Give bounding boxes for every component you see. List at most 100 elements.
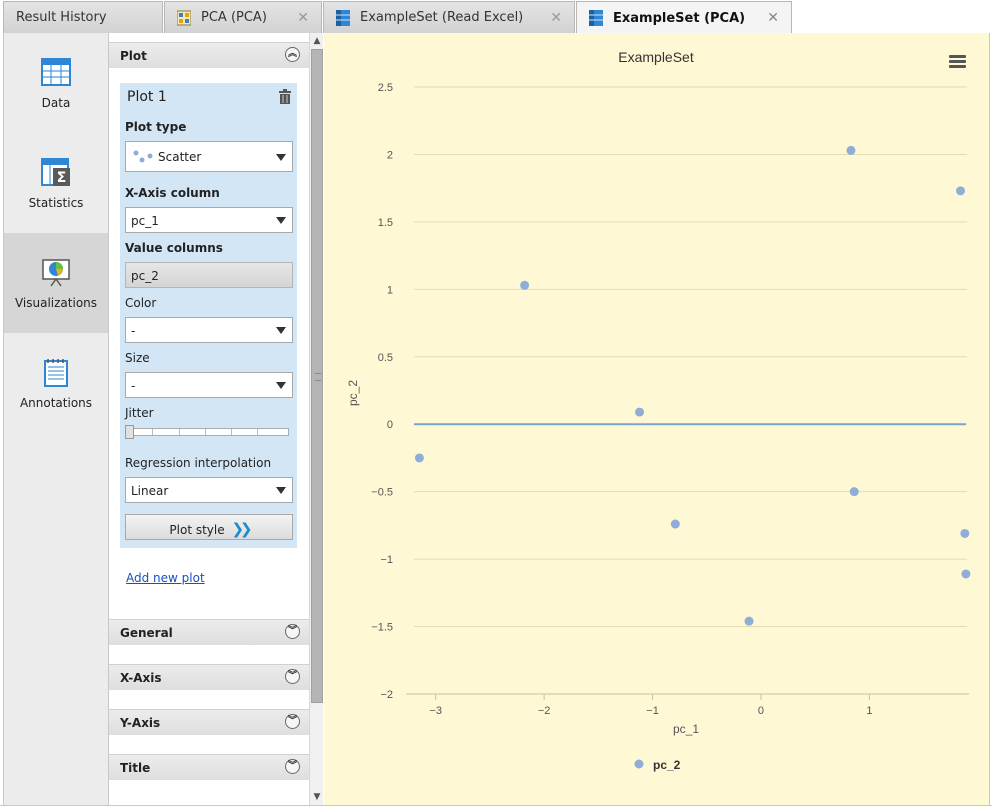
jitter-slider[interactable]	[125, 425, 289, 439]
add-new-plot-link[interactable]: Add new plot	[126, 571, 205, 585]
legend-label: pc_2	[653, 758, 681, 772]
y-tick-label: −1.5	[371, 622, 393, 634]
close-icon[interactable]: ✕	[550, 10, 562, 26]
pca-model-icon	[176, 10, 192, 26]
section-title-header[interactable]: Title ︾	[109, 754, 309, 780]
trash-icon[interactable]	[279, 89, 291, 104]
x-tick-label: 0	[758, 705, 764, 717]
size-select[interactable]: -	[125, 372, 293, 398]
expand-icon[interactable]: ︾	[285, 714, 300, 729]
plot-style-button[interactable]: Plot style ❯❯	[125, 514, 293, 540]
data-point[interactable]	[520, 280, 530, 290]
scroll-down-icon[interactable]: ▼	[312, 792, 322, 802]
y-tick-label: 0	[387, 419, 393, 431]
section-y-axis-header[interactable]: Y-Axis ︾	[109, 709, 309, 735]
x-axis-column-label: X-Axis column	[125, 186, 220, 200]
chevron-down-icon	[276, 327, 286, 334]
sidebar-item-label: Visualizations	[14, 296, 98, 310]
chart-title: ExampleSet	[618, 49, 694, 65]
tab-exampleset-read-excel[interactable]: ExampleSet (Read Excel) ✕	[323, 1, 575, 33]
chevron-down-icon	[276, 487, 286, 494]
collapse-icon[interactable]: ︽	[285, 47, 300, 62]
data-point[interactable]	[955, 186, 965, 196]
section-title: X-Axis	[120, 671, 162, 685]
plot-style-label: Plot style	[169, 523, 225, 537]
chevron-down-icon	[276, 217, 286, 224]
plot-type-value: Scatter	[158, 150, 202, 164]
y-tick-label: 2	[387, 149, 393, 161]
tab-label: ExampleSet (PCA)	[613, 10, 746, 26]
expand-icon[interactable]: ︾	[285, 624, 300, 639]
regression-interpolation-label: Regression interpolation	[125, 456, 272, 470]
section-plot-header[interactable]: Plot ︽	[109, 42, 309, 68]
sidebar-item-statistics[interactable]: Σ Statistics	[4, 133, 108, 233]
color-select[interactable]: -	[125, 317, 293, 343]
scroll-up-icon[interactable]: ▲	[312, 36, 322, 46]
tab-exampleset-pca[interactable]: ExampleSet (PCA) ✕	[576, 1, 792, 34]
data-point[interactable]	[414, 453, 424, 463]
chevron-down-icon	[276, 154, 286, 161]
y-tick-label: 0.5	[378, 352, 393, 364]
statistics-icon: Σ	[41, 157, 71, 187]
y-tick-label: 1.5	[378, 217, 393, 229]
section-title: Title	[120, 761, 151, 775]
close-icon[interactable]: ✕	[767, 10, 779, 26]
expand-icon[interactable]: ︾	[285, 759, 300, 774]
plot-type-select[interactable]: Scatter	[125, 141, 293, 172]
data-point[interactable]	[635, 407, 645, 417]
expand-icon[interactable]: ︾	[285, 669, 300, 684]
section-x-axis-header[interactable]: X-Axis ︾	[109, 664, 309, 690]
section-general-header[interactable]: General ︾	[109, 619, 309, 645]
data-point[interactable]	[670, 519, 680, 529]
color-label: Color	[125, 296, 157, 310]
size-value: -	[131, 379, 136, 393]
data-point[interactable]	[849, 487, 859, 497]
data-point[interactable]	[960, 528, 970, 538]
chevron-down-icon	[276, 382, 286, 389]
y-tick-label: −2	[380, 689, 393, 701]
data-point[interactable]	[744, 616, 754, 626]
legend[interactable]: pc_2	[634, 758, 681, 772]
plot-type-label: Plot type	[125, 120, 187, 134]
x-tick-label: −3	[429, 705, 442, 717]
data-point[interactable]	[961, 569, 971, 579]
sidebar-item-data[interactable]: Data	[4, 33, 108, 133]
sidebar-item-annotations[interactable]: Annotations	[4, 333, 108, 433]
close-icon[interactable]: ✕	[297, 10, 309, 26]
value-columns-label: Value columns	[125, 241, 223, 255]
jitter-slider-handle[interactable]	[125, 425, 134, 439]
tab-pca[interactable]: PCA (PCA) ✕	[164, 1, 322, 33]
tab-label: PCA (PCA)	[201, 10, 267, 25]
scrollbar-thumb[interactable]	[311, 49, 323, 703]
exampleset-icon	[336, 9, 350, 26]
color-value: -	[131, 324, 136, 338]
y-tick-label: −0.5	[371, 487, 393, 499]
x-axis-label: pc_1	[673, 722, 699, 736]
jitter-label: Jitter	[125, 406, 154, 420]
section-title: Y-Axis	[120, 716, 161, 730]
x-axis-column-value: pc_1	[131, 214, 159, 228]
double-chevron-right-icon: ❯❯	[231, 520, 252, 538]
svg-text:Σ: Σ	[57, 170, 67, 186]
tab-result-history[interactable]: Result History	[3, 1, 163, 33]
value-columns-field[interactable]: pc_2	[125, 262, 293, 288]
plot-card: Plot 1 Plot type Scatter X-Axis column p…	[120, 83, 297, 548]
regression-interpolation-value: Linear	[131, 484, 169, 498]
value-columns-value: pc_2	[131, 269, 159, 283]
config-scrollbar[interactable]: ▲ ▼	[309, 33, 323, 805]
regression-interpolation-select[interactable]: Linear	[125, 477, 293, 503]
x-axis-column-select[interactable]: pc_1	[125, 207, 293, 233]
exampleset-icon	[589, 10, 603, 26]
x-tick-label: 1	[866, 705, 872, 717]
x-tick-label: −2	[538, 705, 551, 717]
data-point[interactable]	[846, 145, 856, 155]
y-axis-label: pc_2	[346, 380, 360, 406]
sidebar-item-label: Statistics	[28, 196, 84, 210]
scatter-chart: ExampleSet −2 −1.5 −1 −0.5 0 0.5 1 1.5 2 2.5 −3 −2…	[346, 49, 971, 772]
tab-label: Result History	[16, 10, 107, 25]
chart-panel: ExampleSet −2 −1.5 −1 −0.5 0 0.5 1 1.5 2 2.5 −3 −2…	[324, 33, 990, 805]
chart-menu-icon[interactable]	[949, 55, 966, 69]
y-tick-label: −1	[380, 554, 393, 566]
scatter-icon	[133, 150, 153, 167]
sidebar-item-visualizations[interactable]: Visualizations	[4, 233, 108, 333]
